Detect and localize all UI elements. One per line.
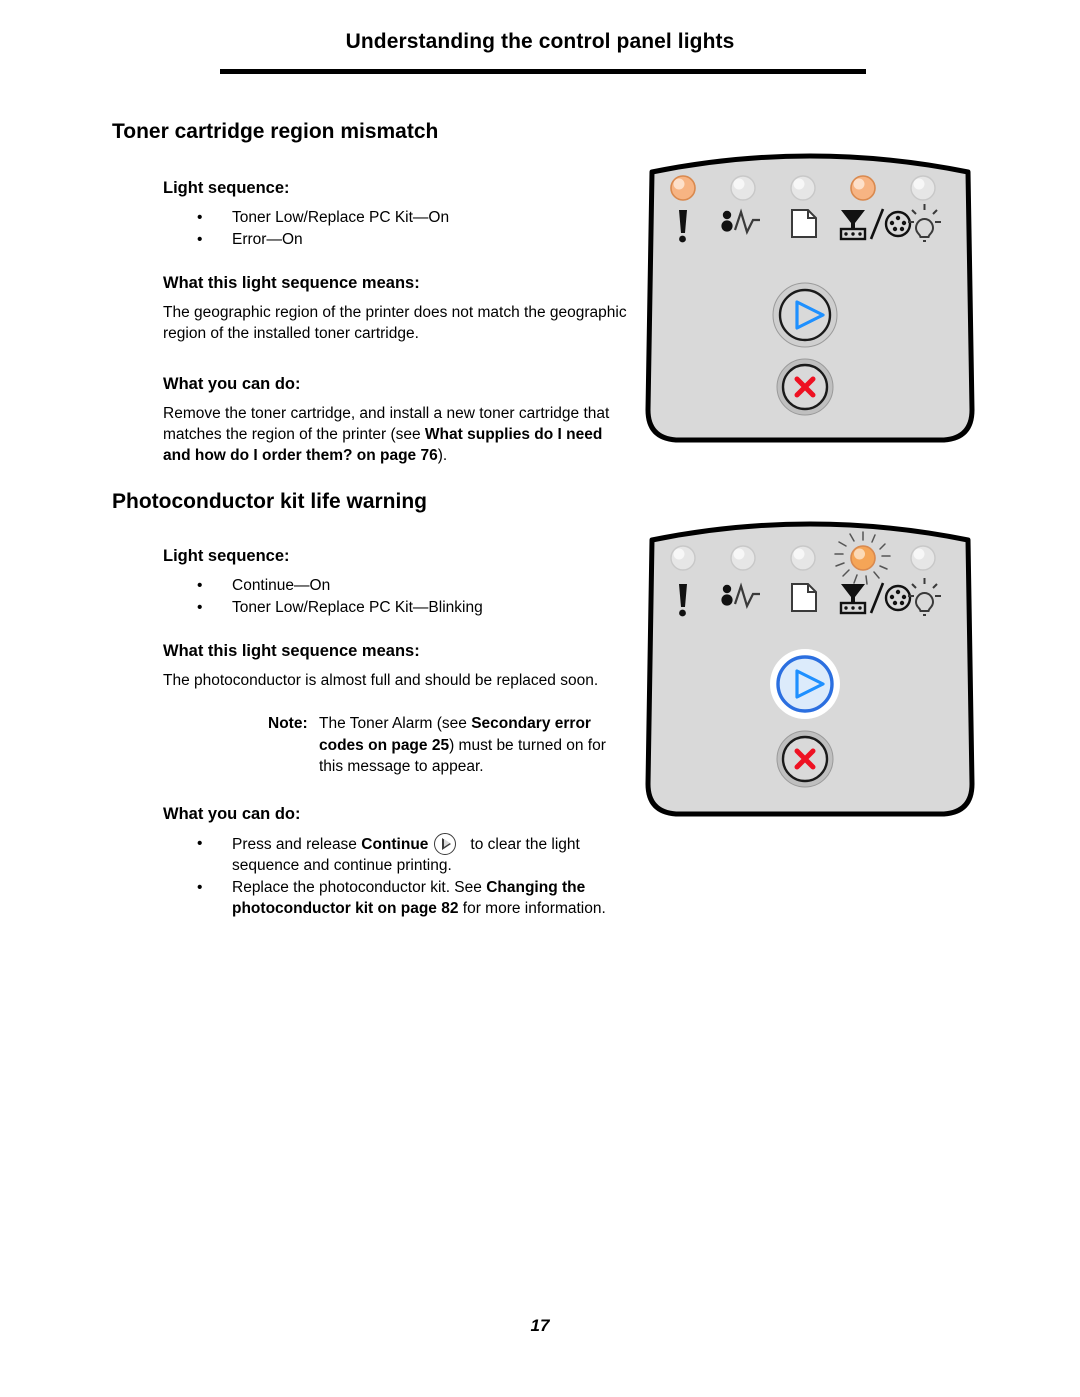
light-sequence-item-label: Error—On	[232, 231, 303, 248]
can-do-b1-part1: Press and release	[232, 835, 362, 853]
light-sequence-list-1: • Toner Low/Replace PC Kit—On • Error—On	[163, 207, 633, 250]
light-sequence-item-label: Toner Low/Replace PC Kit—On	[232, 209, 450, 226]
bullet-dot: •	[197, 599, 203, 616]
bullet-dot: •	[197, 878, 203, 896]
can-do-heading-1: What you can do:	[163, 375, 301, 393]
toner-low-replace-pc-kit-led-1	[850, 175, 876, 201]
control-panel-illustration-1	[642, 138, 978, 450]
section-body-toner-region-mismatch: Light sequence: • Toner Low/Replace PC K…	[163, 178, 633, 470]
load-paper-icon-1	[791, 209, 817, 238]
ready-led-1	[910, 175, 936, 201]
load-paper-icon-2	[791, 583, 817, 612]
can-do-text-part2: ).	[437, 447, 448, 464]
page-number: 17	[530, 1316, 550, 1335]
bullet-dot: •	[197, 209, 203, 226]
light-sequence-item-label: Toner Low/Replace PC Kit—Blinking	[232, 599, 483, 616]
paper-jam-led-1	[730, 175, 756, 201]
means-text-2: The photoconductor is almost full and sh…	[163, 672, 599, 689]
note-block: Note: The Toner Alarm (see Secondary err…	[163, 713, 633, 778]
light-sequence-heading-1: Light sequence:	[163, 179, 290, 197]
load-paper-led-2	[790, 545, 816, 571]
stop-button-2	[776, 730, 834, 788]
section-body-photoconductor-kit-life-warning: Light sequence: • Continue—On • Toner Lo…	[163, 546, 633, 920]
note-label: Note:	[268, 715, 308, 732]
list-item: • Toner Low/Replace PC Kit—On	[163, 207, 633, 228]
bullet-dot: •	[197, 231, 203, 248]
error-led-1	[670, 175, 696, 201]
section-title-photoconductor-kit-life-warning: Photoconductor kit life warning	[112, 490, 427, 513]
light-sequence-heading-2: Light sequence:	[163, 547, 290, 565]
bullet-dot: •	[197, 577, 203, 594]
means-heading-1: What this light sequence means:	[163, 274, 420, 292]
note-text-part1: The Toner Alarm (see	[319, 715, 472, 732]
means-heading-2: What this light sequence means:	[163, 642, 420, 660]
can-do-text-1: Remove the toner cartridge, and install …	[163, 403, 633, 466]
error-led-2	[670, 545, 696, 571]
continue-button-icon	[434, 832, 457, 855]
list-item: • Press and release Continue to clear the …	[163, 832, 633, 876]
stop-button-1	[776, 358, 834, 416]
can-do-b2-part2: for more information.	[458, 899, 606, 917]
can-do-list-2: • Press and release Continue to clear the …	[163, 832, 633, 919]
bullet-dot: •	[197, 834, 203, 852]
list-item: • Continue—On	[163, 575, 633, 596]
list-item: • Toner Low/Replace PC Kit—Blinking	[163, 597, 633, 618]
page-content: Toner cartridge region mismatch Light se…	[0, 0, 1080, 1397]
load-paper-led-1	[790, 175, 816, 201]
can-do-b2-part1: Replace the photoconductor kit. See	[232, 878, 487, 896]
light-sequence-list-2: • Continue—On • Toner Low/Replace PC Kit…	[163, 575, 633, 618]
paper-jam-led-2	[730, 545, 756, 571]
continue-button-1	[772, 282, 838, 348]
continue-button-2	[770, 649, 840, 719]
light-sequence-item-label: Continue—On	[232, 577, 331, 594]
list-item: • Error—On	[163, 229, 633, 250]
can-do-b1-bold: Continue	[361, 835, 429, 853]
section-title-toner-region-mismatch: Toner cartridge region mismatch	[112, 120, 439, 143]
list-item: • Replace the photoconductor kit. See Cha…	[163, 877, 633, 919]
control-panel-illustration-2	[642, 506, 978, 824]
can-do-heading-2: What you can do:	[163, 804, 301, 823]
ready-led-2	[910, 545, 936, 571]
means-text-1: The geographic region of the printer doe…	[163, 304, 627, 342]
note-text: The Toner Alarm (see Secondary error cod…	[268, 713, 633, 778]
